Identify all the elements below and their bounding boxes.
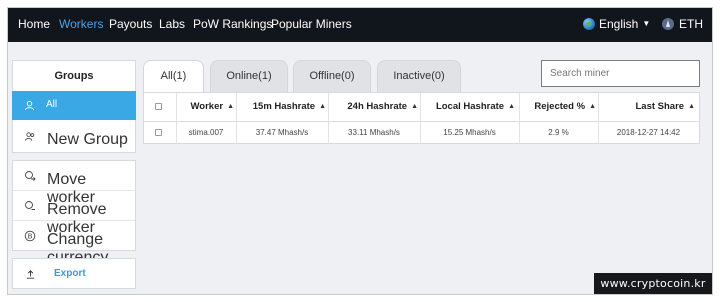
column-header-last-share[interactable]: Last Share ▲︎ [598,93,699,121]
group-item-label: New Group [47,131,128,148]
move-worker-action[interactable]: Move worker [13,161,135,206]
watermark: www.cryptocoin.kr [594,273,712,294]
cell-24h-hashrate: 33.11 Mhash/s [348,128,400,137]
group-item-new-group[interactable]: New Group [13,120,135,153]
column-header-local-hashrate[interactable]: Local Hashrate ▲︎ [420,93,519,121]
cell-15m-hashrate: 37.47 Mhash/s [255,128,309,137]
tab-online[interactable]: Online(1) [210,60,288,92]
nav-workers[interactable]: Workers [59,17,103,31]
cell-local-hashrate: 15.25 Mhash/s [443,128,496,137]
nav-home[interactable]: Home [18,17,50,31]
group-item-all[interactable]: All [12,91,136,120]
upload-icon [24,268,36,280]
remove-worker-icon [24,200,36,212]
sort-icon: ▲︎ [508,103,515,110]
sort-icon: ▲︎ [688,103,695,110]
row-checkbox[interactable] [155,129,162,136]
nav-labs[interactable]: Labs [159,17,185,31]
language-label: English [599,17,639,31]
svg-text:B: B [28,233,33,241]
app-window: Home Workers Payouts Labs PoW Rankings P… [7,7,713,295]
nav-popular-miners[interactable]: Popular Miners [271,17,352,31]
move-worker-icon [24,170,36,182]
currency-icon: B [24,230,36,242]
language-selector[interactable]: English ▼ [583,17,650,31]
tab-inactive[interactable]: Inactive(0) [377,60,461,92]
group-item-label: All [46,99,58,110]
column-header-15m-hashrate[interactable]: 15m Hashrate ▲︎ [236,93,328,121]
sort-icon: ▲︎ [411,103,418,110]
user-icon [23,99,35,111]
change-currency-action[interactable]: B Change currency [13,221,135,266]
workers-table: Worker ▲︎ 15m Hashrate ▲︎ 24h Hashrate ▲︎ L… [143,92,700,144]
globe-icon [583,18,595,30]
cell-last-share: 2018-12-27 14:42 [616,128,681,137]
nav-pow-rankings[interactable]: PoW Rankings [193,17,272,31]
groups-title: Groups [54,70,94,82]
column-header-rejected[interactable]: Rejected % ▲︎ [519,93,598,121]
tab-all[interactable]: All(1) [143,60,204,93]
sort-icon: ▲︎ [319,103,326,110]
sort-icon: ▲︎ [227,103,234,110]
sort-icon: ▲︎ [589,103,596,110]
column-header-worker[interactable]: Worker ▲︎ [176,93,236,121]
export-button[interactable]: Export [54,268,86,279]
nav-payouts[interactable]: Payouts [109,17,152,31]
search-input[interactable] [541,60,700,87]
column-header-24h-hashrate[interactable]: 24h Hashrate ▲︎ [328,93,420,121]
currency-selector[interactable]: ETH [662,17,703,31]
chevron-down-icon: ▼ [642,19,651,28]
currency-label: ETH [679,17,703,31]
cell-worker[interactable]: stima.007 [176,121,236,144]
export-panel[interactable]: Export [12,258,136,289]
remove-worker-action[interactable]: Remove worker [13,191,135,236]
group-icon [24,130,36,142]
select-all-checkbox[interactable] [155,103,162,110]
top-nav: Home Workers Payouts Labs PoW Rankings P… [8,8,712,42]
ethereum-icon [662,18,674,30]
worker-actions-panel: Move worker Remove worker B Change curre… [12,160,136,266]
tab-offline[interactable]: Offline(0) [293,60,371,92]
groups-panel: Groups All New Group [12,60,136,153]
cell-rejected: 2.9 % [548,128,569,137]
